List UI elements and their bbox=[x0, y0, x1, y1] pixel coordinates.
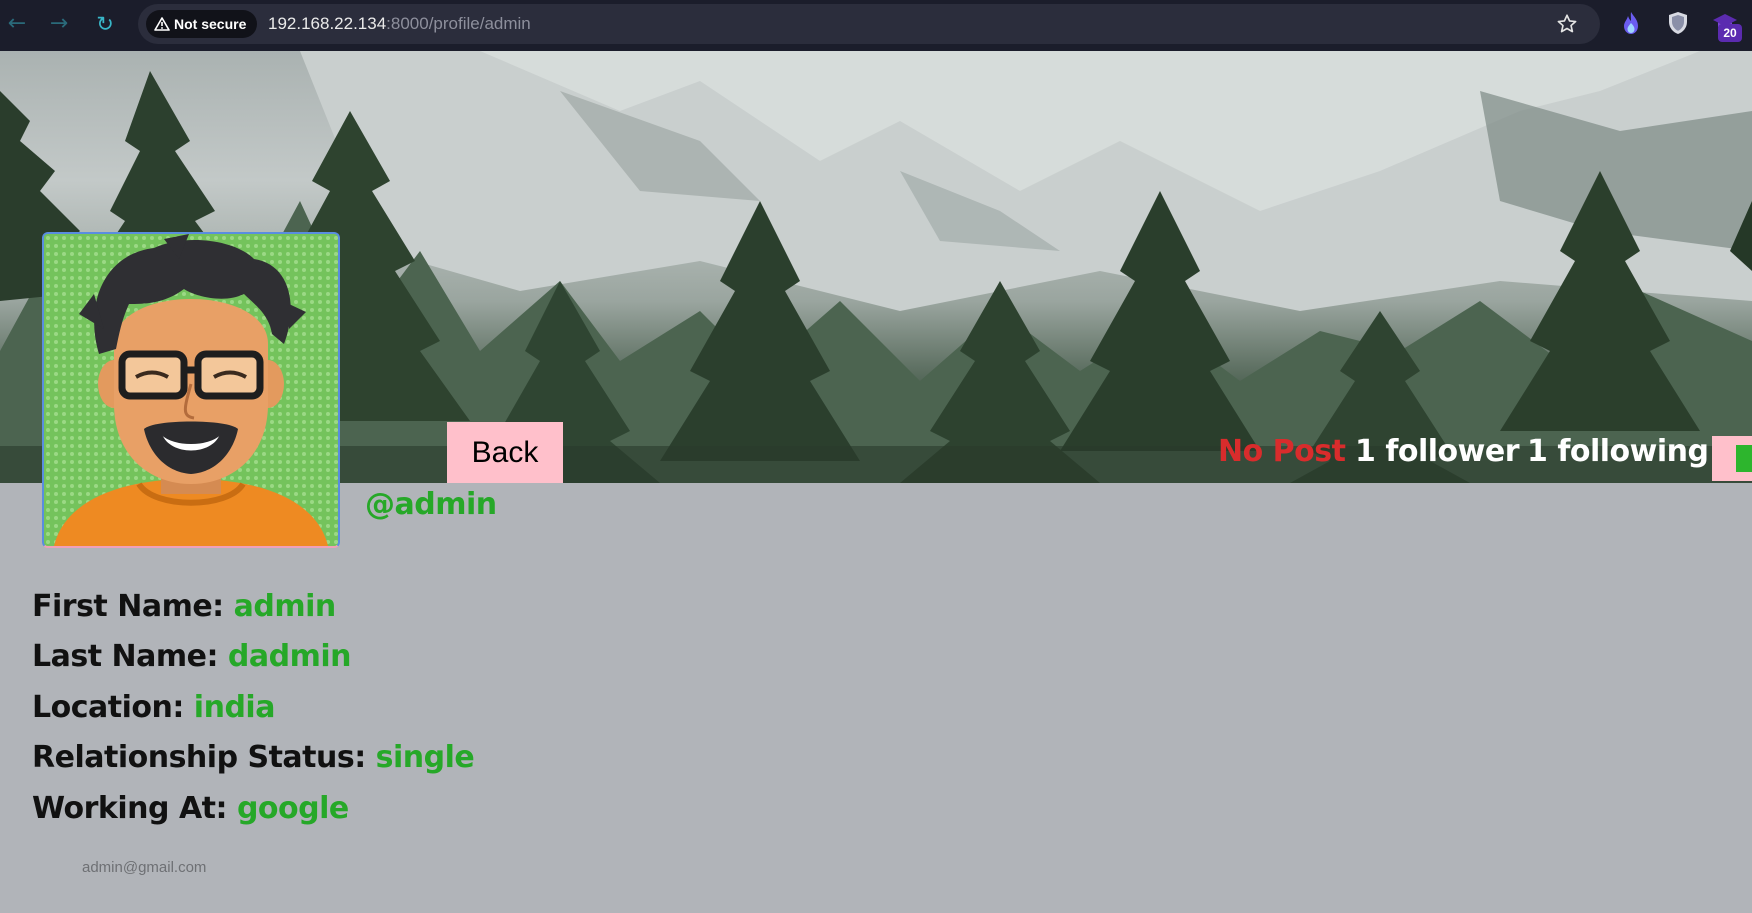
info-first-name: First Name: admin bbox=[32, 589, 336, 624]
info-value: single bbox=[375, 740, 475, 775]
following-count[interactable]: 1 following bbox=[1527, 432, 1709, 472]
avatar bbox=[42, 232, 340, 548]
info-label: Relationship Status: bbox=[32, 740, 376, 775]
profile-email: admin@gmail.com bbox=[82, 859, 207, 876]
posts-count: No Post bbox=[1218, 434, 1346, 469]
warning-icon bbox=[154, 17, 170, 31]
reload-icon[interactable]: ↻ bbox=[90, 9, 120, 39]
browser-toolbar: ← → ↻ Not secure 192.168.22.134:8000/pro… bbox=[0, 0, 1752, 51]
address-bar[interactable]: Not secure 192.168.22.134:8000/profile/a… bbox=[138, 4, 1600, 44]
profile-username: @admin bbox=[365, 487, 497, 522]
shield-extension-icon[interactable] bbox=[1665, 10, 1691, 36]
flame-extension-icon[interactable] bbox=[1618, 10, 1644, 36]
url-text[interactable]: 192.168.22.134:8000/profile/admin bbox=[268, 4, 531, 44]
info-value: dadmin bbox=[227, 639, 352, 674]
info-label: Working At: bbox=[32, 791, 237, 826]
url-path: :8000/profile/admin bbox=[386, 14, 531, 33]
info-value: admin bbox=[233, 589, 337, 624]
avatar-illustration bbox=[44, 234, 338, 546]
info-last-name: Last Name: dadmin bbox=[32, 639, 352, 674]
back-button[interactable]: Back bbox=[447, 422, 563, 483]
info-working-at: Working At: google bbox=[32, 791, 349, 826]
info-label: First Name: bbox=[32, 589, 234, 624]
info-value: india bbox=[193, 690, 276, 725]
info-value: google bbox=[236, 791, 349, 826]
security-label: Not secure bbox=[174, 16, 247, 32]
extension-badge: 20 bbox=[1718, 24, 1742, 42]
url-host: 192.168.22.134 bbox=[268, 14, 387, 33]
info-label: Location: bbox=[32, 690, 194, 725]
info-relationship-status: Relationship Status: single bbox=[32, 740, 475, 775]
followers-count[interactable]: 1 follower bbox=[1355, 432, 1520, 472]
info-location: Location: india bbox=[32, 690, 275, 725]
follow-toggle-button[interactable] bbox=[1712, 436, 1752, 481]
security-chip[interactable]: Not secure bbox=[146, 10, 258, 38]
back-arrow-icon[interactable]: ← bbox=[2, 9, 32, 39]
forward-arrow-icon[interactable]: → bbox=[44, 9, 74, 39]
info-label: Last Name: bbox=[32, 639, 228, 674]
bookmark-star-icon[interactable] bbox=[1556, 13, 1578, 35]
follow-toggle-indicator bbox=[1736, 445, 1752, 472]
